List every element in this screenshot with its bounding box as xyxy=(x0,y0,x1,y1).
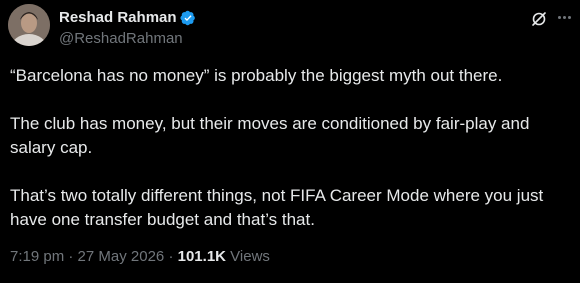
views-count: 101.1K xyxy=(177,248,226,265)
tweet-card: Reshad Rahman @ReshadRahman “Barcelona h… xyxy=(0,0,580,283)
more-dot xyxy=(563,16,566,19)
tweet-paragraph: The club has money, but their moves are … xyxy=(10,114,530,157)
tweet-paragraph: That’s two totally different things, not… xyxy=(10,186,544,229)
timestamp-date[interactable]: 27 May 2026 xyxy=(78,248,165,265)
meta-separator: · xyxy=(164,248,178,265)
display-name[interactable]: Reshad Rahman xyxy=(59,9,177,27)
avatar-image xyxy=(8,4,50,46)
meta-separator: · xyxy=(64,248,78,265)
name-row: Reshad Rahman xyxy=(59,9,196,27)
timestamp-time[interactable]: 7:19 pm xyxy=(10,248,64,265)
verified-badge-icon[interactable] xyxy=(179,10,196,26)
author-info: Reshad Rahman @ReshadRahman xyxy=(59,9,196,48)
grok-icon[interactable] xyxy=(531,11,547,27)
more-dot xyxy=(558,16,561,19)
handle[interactable]: @ReshadRahman xyxy=(59,30,196,48)
tweet-paragraph: “Barcelona has no money” is probably the… xyxy=(10,66,503,85)
avatar[interactable] xyxy=(8,4,50,46)
views-label: Views xyxy=(226,248,270,265)
more-options-icon[interactable] xyxy=(558,16,571,19)
tweet-text: “Barcelona has no money” is probably the… xyxy=(10,64,570,232)
tweet-meta: 7:19 pm · 27 May 2026 · 101.1K Views xyxy=(10,247,270,267)
more-dot xyxy=(568,16,571,19)
